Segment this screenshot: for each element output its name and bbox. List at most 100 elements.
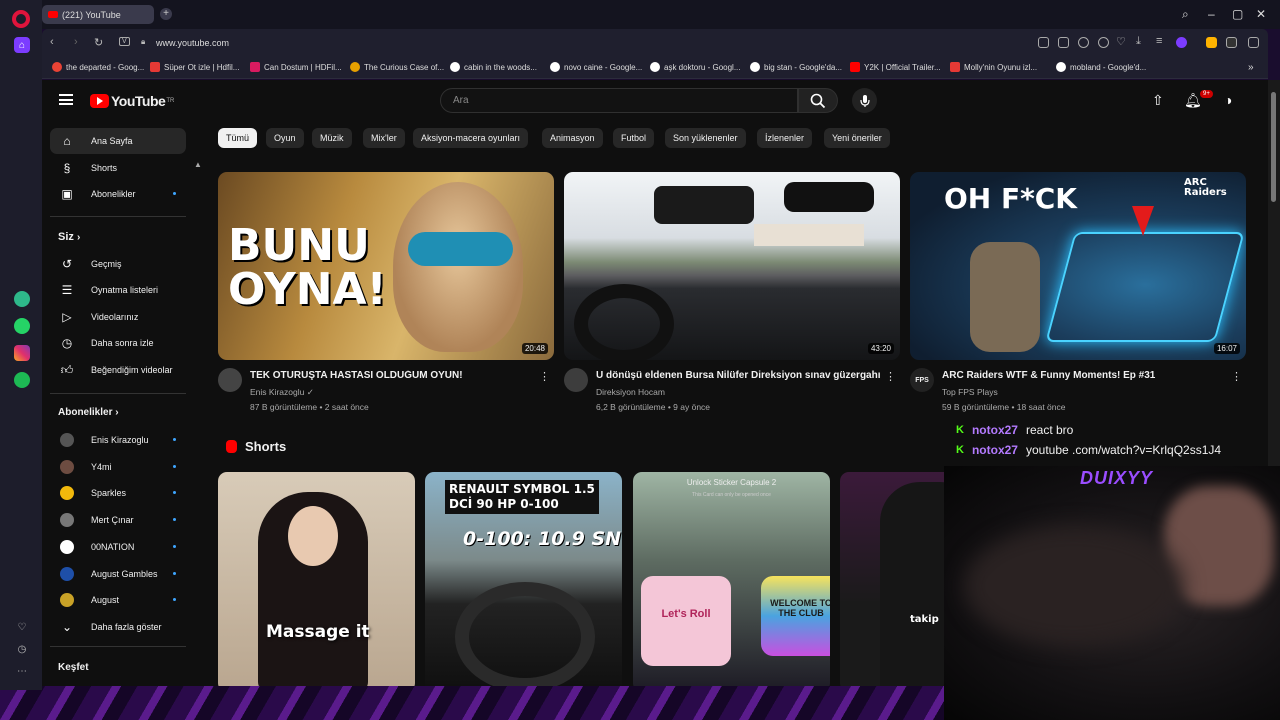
minimize-icon[interactable]: – <box>1208 7 1215 21</box>
bookmark-item[interactable]: aşk doktoru - Googl... <box>650 62 740 72</box>
video-thumbnail[interactable]: BUNU OYNA! 20:48 <box>218 172 554 360</box>
chip[interactable]: Mix'ler <box>363 128 405 148</box>
video-title[interactable]: TEK OTURUŞTA HASTASI OLDUĞUM OYUN! <box>250 370 540 381</box>
more-options-icon[interactable]: ⋮ <box>539 370 550 383</box>
youtube-logo[interactable]: YouTube TR <box>90 93 174 109</box>
sidebar-item-shorts[interactable]: § Shorts <box>50 155 186 181</box>
reload-icon[interactable]: ↻ <box>94 36 103 49</box>
extension-icon[interactable] <box>1248 37 1259 48</box>
channel-avatar[interactable] <box>218 368 242 392</box>
spotify-icon[interactable] <box>14 372 30 388</box>
video-card[interactable]: OH F*CK ARC Raiders 16:07 FPS ARC Raider… <box>910 172 1246 412</box>
chip[interactable]: Futbol <box>613 128 655 148</box>
scrollbar-thumb[interactable] <box>1271 92 1276 202</box>
close-icon[interactable]: ✕ <box>1256 7 1266 21</box>
subscription-channel[interactable]: August <box>50 587 186 613</box>
channel-name[interactable]: Direksiyon Hocam <box>596 387 665 397</box>
chip[interactable]: Son yüklenenler <box>665 128 746 148</box>
sidebar-item-history[interactable]: ↺ Geçmiş <box>50 251 186 277</box>
channel-name[interactable]: Enis Kirazoglu ✓ <box>250 387 314 398</box>
tab-youtube[interactable]: (221) YouTube <box>42 5 154 24</box>
sidebar-item-home[interactable]: ⌂ Ana Sayfa <box>50 128 186 154</box>
chatgpt-icon[interactable] <box>14 291 30 307</box>
channel-avatar[interactable] <box>564 368 588 392</box>
show-more-button[interactable]: ⌄ Daha fazla göster <box>50 614 186 640</box>
extension-icon[interactable] <box>1226 37 1237 48</box>
video-thumbnail[interactable]: 43:20 <box>564 172 900 360</box>
bookmark-item[interactable]: Süper Ot izle | Hdfil... <box>150 62 239 72</box>
chip[interactable]: Yeni öneriler <box>824 128 890 148</box>
bookmark-item[interactable]: The Curious Case of... <box>350 62 444 72</box>
search-tabs-icon[interactable]: ⌕ <box>1182 7 1189 22</box>
bookmark-item[interactable]: the departed - Goog... <box>52 62 144 72</box>
bookmark-item[interactable]: big stan - Google'da... <box>750 62 842 72</box>
channel-avatar[interactable]: FPS <box>910 368 934 392</box>
video-thumbnail[interactable]: OH F*CK ARC Raiders 16:07 <box>910 172 1246 360</box>
home-icon[interactable]: ⌂ <box>14 37 30 53</box>
bookmark-item[interactable]: cabin in the woods... <box>450 62 537 72</box>
subscription-channel[interactable]: August Gambles <box>50 561 186 587</box>
short-card[interactable]: Massage it <box>218 472 415 686</box>
maximize-icon[interactable]: ▢ <box>1232 7 1243 21</box>
chip-all[interactable]: Tümü <box>218 128 258 148</box>
search-input[interactable]: Ara <box>440 88 798 113</box>
instagram-icon[interactable] <box>14 345 30 361</box>
chip[interactable]: Oyun <box>266 128 304 148</box>
bookmark-item[interactable]: Y2K | Official Trailer... <box>850 62 941 72</box>
bookmark-item[interactable]: mobland - Google'd... <box>1056 62 1146 72</box>
record-icon[interactable] <box>1098 37 1109 48</box>
opera-logo-icon[interactable] <box>12 10 30 28</box>
bookmark-item[interactable]: Can Dostum | HDFil... <box>250 62 342 72</box>
heart-bookmark-icon[interactable]: ♡ <box>1116 35 1126 48</box>
sidebar-item-subscriptions[interactable]: ▣ Abonelikler <box>50 181 186 207</box>
url-field[interactable]: www.youtube.com <box>156 38 229 48</box>
chip[interactable]: Aksiyon-macera oyunları <box>413 128 529 148</box>
video-card[interactable]: 43:20 U dönüşü eldenen Bursa Nilüfer Dir… <box>564 172 900 412</box>
subscriptions-section-header[interactable]: Abonelikler › <box>58 407 119 418</box>
heart-icon[interactable]: ♡ <box>14 619 30 635</box>
extension-icon[interactable] <box>1206 37 1217 48</box>
whatsapp-icon[interactable] <box>14 318 30 334</box>
account-icon[interactable]: ◑ <box>1224 92 1232 108</box>
new-tab-button[interactable]: + <box>160 8 172 20</box>
sidebar-item-your-videos[interactable]: ▷ Videolarınız <box>50 304 186 330</box>
snapshot-icon[interactable] <box>1038 37 1049 48</box>
short-card[interactable]: Unlock Sticker Capsule 2 This Card can o… <box>633 472 830 686</box>
video-title[interactable]: ARC Raiders WTF & Funny Moments! Ep #31 <box>942 370 1232 381</box>
bookmark-item[interactable]: novo caine - Google... <box>550 62 642 72</box>
chip[interactable]: Animasyon <box>542 128 603 148</box>
sidebar-item-liked-videos[interactable]: 👍︎ Beğendiğim videolar <box>50 357 186 383</box>
menu-icon[interactable]: ≡ <box>1156 35 1162 47</box>
download-icon[interactable]: ⤓ <box>1136 35 1141 48</box>
profile-icon[interactable] <box>1176 37 1187 48</box>
short-card[interactable]: RENAULT SYMBOL 1.5 DCİ 90 HP 0-100 0-100… <box>425 472 622 686</box>
more-icon[interactable]: ⋯ <box>14 663 30 679</box>
bookmark-item[interactable]: Molly'nin Oyunu izl... <box>950 62 1037 72</box>
subscription-channel[interactable]: 00NATION <box>50 534 186 560</box>
vpn-badge-icon[interactable]: V <box>119 37 130 46</box>
more-options-icon[interactable]: ⋮ <box>885 370 896 383</box>
more-options-icon[interactable]: ⋮ <box>1231 370 1242 383</box>
back-icon[interactable]: ‹ <box>50 36 54 48</box>
subscription-channel[interactable]: Sparkles <box>50 480 186 506</box>
upload-icon[interactable]: ⇧ <box>1152 92 1164 109</box>
channel-name[interactable]: Top FPS Plays <box>942 387 998 397</box>
you-section-header[interactable]: Siz › <box>58 231 80 243</box>
sidebar-item-playlists[interactable]: ☰ Oynatma listeleri <box>50 277 186 303</box>
subscription-channel[interactable]: Mert Çınar <box>50 507 186 533</box>
history-icon[interactable]: ◷ <box>14 641 30 657</box>
forward-icon[interactable]: › <box>74 36 78 48</box>
chip[interactable]: İzlenenler <box>757 128 813 148</box>
video-card[interactable]: BUNU OYNA! 20:48 TEK OTURUŞTA HASTASI OL… <box>218 172 554 412</box>
voice-search-button[interactable] <box>852 88 877 113</box>
camera-icon[interactable] <box>1058 37 1069 48</box>
video-title[interactable]: U dönüşü eldenen Bursa Nilüfer Direksiyo… <box>596 370 886 381</box>
search-button[interactable] <box>798 88 838 113</box>
more-bookmarks-icon[interactable]: » <box>1248 62 1254 73</box>
subscription-channel[interactable]: Y4mi <box>50 454 186 480</box>
subscription-channel[interactable]: Enis Kirazoglu <box>50 427 186 453</box>
chip[interactable]: Müzik <box>312 128 352 148</box>
hamburger-menu-icon[interactable] <box>59 94 73 105</box>
sidebar-item-watch-later[interactable]: ◷ Daha sonra izle <box>50 330 186 356</box>
shield-icon[interactable] <box>1078 37 1089 48</box>
